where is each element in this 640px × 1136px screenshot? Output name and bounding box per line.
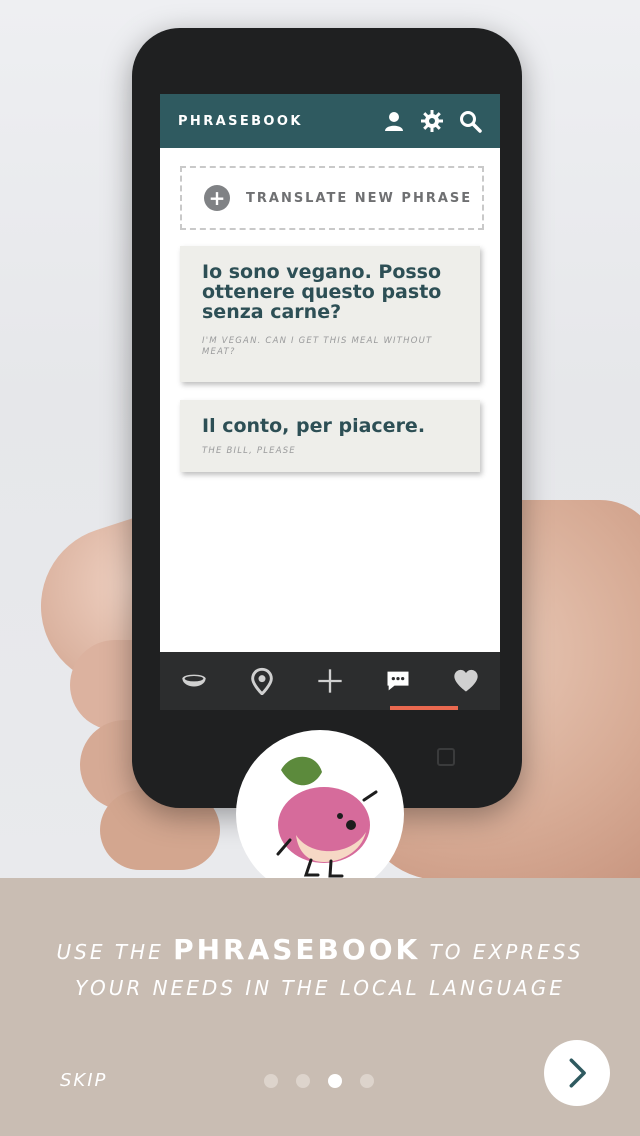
tab-add[interactable] [310,661,350,701]
phrase-text: Il conto, per piacere. [202,415,426,437]
app-bar: PHRASEBOOK [160,94,500,148]
headline-bold: PHRASEBOOK [173,933,421,966]
page-indicator [264,1074,374,1088]
tab-phrasebook[interactable] [378,661,418,701]
bottom-tab-bar [160,652,500,710]
phrase-text: Io sono vegano. Posso ottenere questo pa… [202,261,442,323]
phone-screen: PHRASEBOOK + TRANSLATE NEW PHRASE Io son… [160,94,500,652]
page-dot[interactable] [264,1074,278,1088]
tab-bowl[interactable] [174,661,214,701]
headline-post: TO EXPRESS [429,940,584,964]
search-icon[interactable] [458,109,482,133]
app-title: PHRASEBOOK [178,113,303,129]
phone-hardware-button [437,748,455,766]
phrase-translation: I'M VEGAN. CAN I GET THIS MEAL WITHOUT M… [202,336,433,357]
profile-icon[interactable] [382,109,406,133]
headline-line2: YOUR NEEDS IN THE LOCAL LANGUAGE [75,976,565,1000]
location-pin-icon [251,667,273,695]
skip-button[interactable]: SKIP [60,1070,107,1091]
translate-new-phrase-label: TRANSLATE NEW PHRASE [246,190,473,206]
page-dot-active[interactable] [328,1074,342,1088]
phrase-card[interactable]: Io sono vegano. Posso ottenere questo pa… [180,246,480,382]
chevron-right-icon [569,1058,586,1088]
plus-icon [318,669,342,693]
tab-map[interactable] [242,661,282,701]
plus-circle-icon: + [204,185,230,211]
headline-pre: USE THE [56,940,164,964]
phone-device: PHRASEBOOK + TRANSLATE NEW PHRASE Io son… [132,28,522,808]
chat-icon [387,671,409,691]
onboarding-panel: USE THE PHRASEBOOK TO EXPRESS YOUR NEEDS… [0,878,640,1136]
bowl-icon [182,674,206,687]
phrase-card[interactable]: Il conto, per piacere. THE BILL, PLEASE [180,400,480,472]
mascot-badge [236,730,404,898]
phrase-translation: THE BILL, PLEASE [202,446,296,456]
next-button[interactable] [544,1040,610,1106]
tab-favorites[interactable] [446,661,486,701]
page-dot[interactable] [296,1074,310,1088]
onboarding-headline: USE THE PHRASEBOOK TO EXPRESS YOUR NEEDS… [0,932,640,1006]
heart-icon [454,669,478,692]
translate-new-phrase-button[interactable]: + TRANSLATE NEW PHRASE [180,166,484,230]
turnip-mascot-icon [276,756,378,878]
gear-icon[interactable] [420,109,444,133]
page-dot[interactable] [360,1074,374,1088]
active-tab-indicator [390,706,458,710]
